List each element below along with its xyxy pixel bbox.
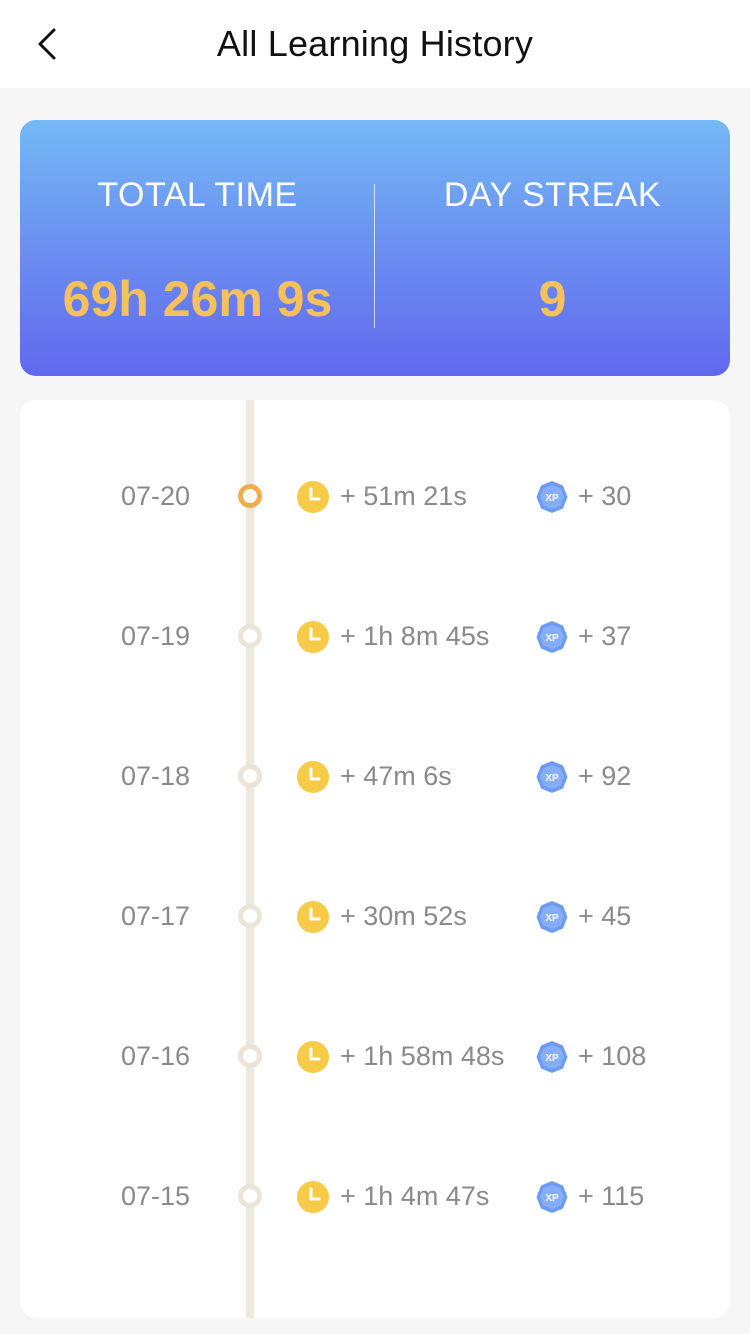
clock-icon [297,901,329,933]
history-time: + 1h 58m 48s [340,1041,505,1071]
xp-badge-icon: XP [536,1041,568,1073]
history-row: 07-17 + 30m 52s XP + 45 [20,886,730,946]
xp-badge-text: XP [545,633,559,644]
clock-icon [297,761,329,793]
xp-badge-text: XP [545,1193,559,1204]
clock-icon [297,621,329,653]
xp-badge-text: XP [545,773,559,784]
history-date: 07-18 [120,761,190,791]
history-row: 07-20 + 51m 21s XP + 30 [20,466,730,526]
clock-icon [297,1041,329,1073]
history-time: + 47m 6s [340,761,452,791]
history-xp: + 37 [578,621,632,651]
xp-badge-icon: XP [536,1181,568,1213]
history-date: 07-20 [120,481,190,511]
day-streak-value: 9 [538,271,567,327]
day-streak-label: DAY STREAK [443,176,662,214]
timeline-node [238,1044,262,1068]
history-list: 07-20 + 51m 21s XP + 30 07-19 + 1h 8m 45… [20,400,730,1318]
total-time-label: TOTAL TIME [97,176,298,214]
history-row: 07-16 + 1h 58m 48s XP + 108 [20,1026,730,1086]
history-row: 07-18 + 47m 6s XP + 92 [20,746,730,806]
history-row: 07-19 + 1h 8m 45s XP + 37 [20,606,730,666]
timeline-node [238,1184,262,1208]
total-time-stat: TOTAL TIME 69h 26m 9s [20,120,375,376]
history-xp: + 30 [578,481,632,511]
timeline-node [238,764,262,788]
history-xp: + 115 [578,1181,645,1211]
xp-badge-icon: XP [536,481,568,513]
page-title: All Learning History [216,23,534,64]
history-date: 07-17 [120,901,190,931]
history-row: 07-15 + 1h 4m 47s XP + 115 [20,1166,730,1226]
day-streak-stat: DAY STREAK 9 [375,120,730,376]
clock-icon [297,1181,329,1213]
history-date: 07-19 [120,621,190,651]
timeline-node [238,484,262,508]
navigation-bar: All Learning History [0,0,750,88]
summary-card: TOTAL TIME 69h 26m 9s DAY STREAK 9 [20,120,730,376]
history-time: + 1h 8m 45s [340,621,490,651]
history-date: 07-16 [120,1041,190,1071]
xp-badge-text: XP [545,1053,559,1064]
xp-badge-text: XP [545,913,559,924]
history-xp: + 45 [578,901,632,931]
xp-badge-icon: XP [536,761,568,793]
timeline-node [238,624,262,648]
xp-badge-icon: XP [536,901,568,933]
history-xp: + 92 [578,761,632,791]
history-time: + 30m 52s [340,901,467,931]
xp-badge-text: XP [545,493,559,504]
history-date: 07-15 [120,1181,190,1211]
xp-badge-icon: XP [536,621,568,653]
timeline-node [238,904,262,928]
total-time-value: 69h 26m 9s [62,271,333,327]
history-time: + 1h 4m 47s [340,1181,490,1211]
history-time: + 51m 21s [340,481,467,511]
history-xp: + 108 [578,1041,647,1071]
clock-icon [297,481,329,513]
